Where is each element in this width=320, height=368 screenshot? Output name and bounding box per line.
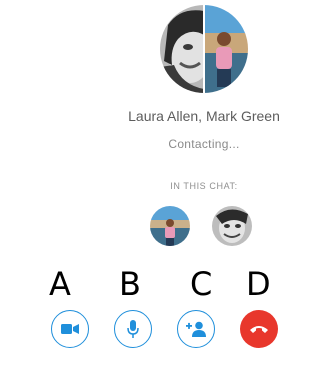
participant-avatar-color[interactable] <box>150 206 190 246</box>
annotation-letter-a: A <box>49 265 71 303</box>
video-camera-icon <box>61 323 79 335</box>
group-avatar <box>160 5 248 93</box>
annotation-letter-d: D <box>246 265 271 303</box>
participant-avatar-grayscale[interactable] <box>212 206 252 246</box>
add-person-icon <box>186 321 206 337</box>
annotation-letter-c: C <box>190 265 213 303</box>
annotation-letter-b: B <box>119 265 141 303</box>
add-people-button[interactable] <box>177 310 215 348</box>
end-call-button[interactable] <box>240 310 278 348</box>
phone-hangup-icon <box>249 324 269 334</box>
microphone-button[interactable] <box>114 310 152 348</box>
in-this-chat-label: IN THIS CHAT: <box>170 181 238 191</box>
participants-names: Laura Allen, Mark Green <box>128 108 280 124</box>
video-button[interactable] <box>51 310 89 348</box>
call-screen: Laura Allen, Mark Green Contacting... IN… <box>0 0 300 368</box>
call-status: Contacting... <box>168 137 240 151</box>
microphone-icon <box>127 320 139 338</box>
